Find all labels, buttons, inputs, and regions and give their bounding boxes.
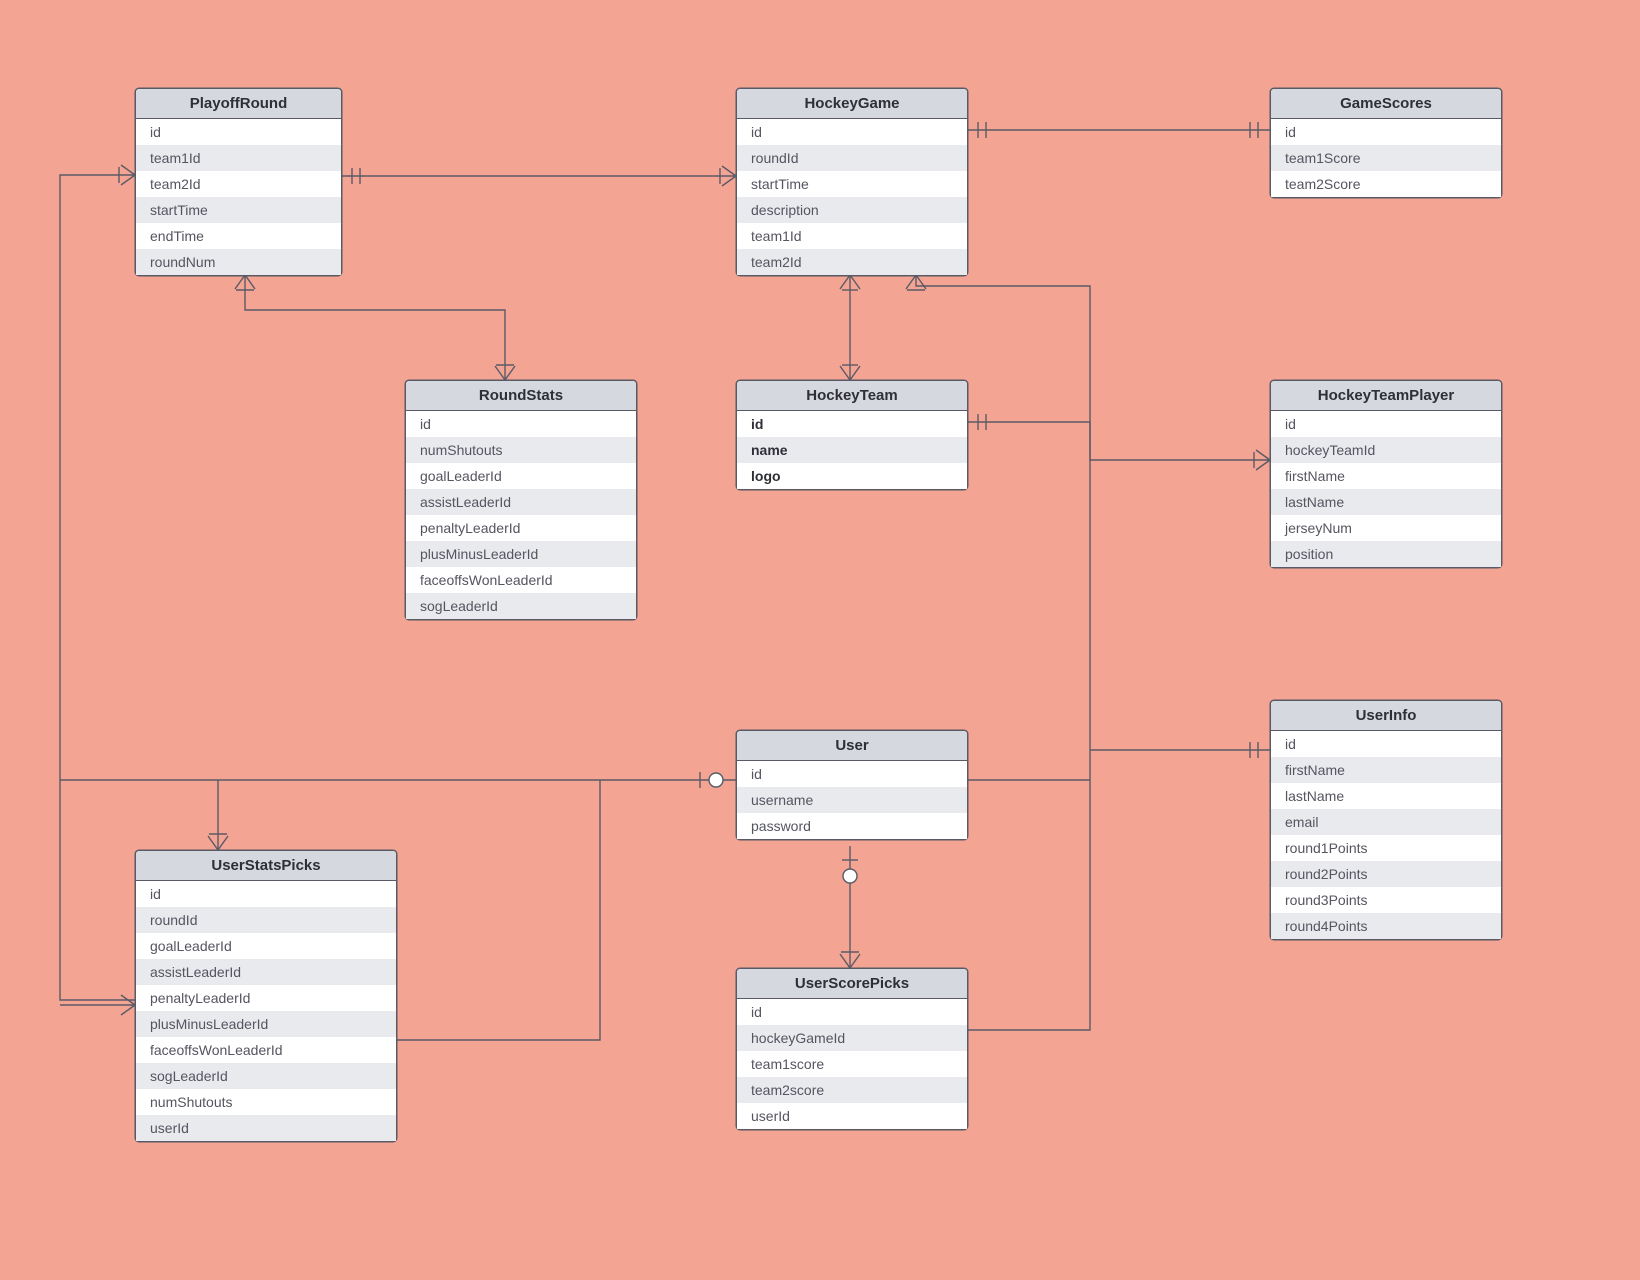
entity-header: HockeyTeam xyxy=(737,381,967,411)
entity-header: RoundStats xyxy=(406,381,636,411)
entity-hockeyteam: HockeyTeam id name logo xyxy=(736,380,968,490)
field-row: userId xyxy=(136,1115,396,1141)
field-row: id xyxy=(737,761,967,787)
field-row: round2Points xyxy=(1271,861,1501,887)
field-row: name xyxy=(737,437,967,463)
entity-header: HockeyTeamPlayer xyxy=(1271,381,1501,411)
field-row: plusMinusLeaderId xyxy=(136,1011,396,1037)
field-row: email xyxy=(1271,809,1501,835)
field-row: faceoffsWonLeaderId xyxy=(136,1037,396,1063)
field-row: goalLeaderId xyxy=(136,933,396,959)
field-row: logo xyxy=(737,463,967,489)
field-row: roundId xyxy=(737,145,967,171)
field-row: id xyxy=(737,999,967,1025)
field-row: jerseyNum xyxy=(1271,515,1501,541)
field-row: team2Id xyxy=(136,171,341,197)
field-row: id xyxy=(737,411,967,437)
entity-userstatspicks: UserStatsPicks id roundId goalLeaderId a… xyxy=(135,850,397,1142)
field-row: startTime xyxy=(737,171,967,197)
field-row: team1Score xyxy=(1271,145,1501,171)
field-row: numShutouts xyxy=(136,1089,396,1115)
field-row: plusMinusLeaderId xyxy=(406,541,636,567)
field-row: faceoffsWonLeaderId xyxy=(406,567,636,593)
entity-header: User xyxy=(737,731,967,761)
field-row: penaltyLeaderId xyxy=(406,515,636,541)
field-row: id xyxy=(737,119,967,145)
field-row: numShutouts xyxy=(406,437,636,463)
entity-gamescores: GameScores id team1Score team2Score xyxy=(1270,88,1502,198)
field-row: endTime xyxy=(136,223,341,249)
field-row: team2score xyxy=(737,1077,967,1103)
field-row: startTime xyxy=(136,197,341,223)
field-row: round3Points xyxy=(1271,887,1501,913)
field-row: assistLeaderId xyxy=(136,959,396,985)
entity-roundstats: RoundStats id numShutouts goalLeaderId a… xyxy=(405,380,637,620)
entity-hockeygame: HockeyGame id roundId startTime descript… xyxy=(736,88,968,276)
field-row: hockeyTeamId xyxy=(1271,437,1501,463)
field-row: goalLeaderId xyxy=(406,463,636,489)
field-row: round1Points xyxy=(1271,835,1501,861)
field-row: team2Id xyxy=(737,249,967,275)
entity-user: User id username password xyxy=(736,730,968,840)
field-row: team2Score xyxy=(1271,171,1501,197)
field-row: id xyxy=(136,119,341,145)
field-row: team1score xyxy=(737,1051,967,1077)
field-row: lastName xyxy=(1271,489,1501,515)
entity-header: UserScorePicks xyxy=(737,969,967,999)
field-row: id xyxy=(1271,411,1501,437)
field-row: hockeyGameId xyxy=(737,1025,967,1051)
field-row: id xyxy=(1271,731,1501,757)
field-row: lastName xyxy=(1271,783,1501,809)
field-row: id xyxy=(136,881,396,907)
entity-playoffround: PlayoffRound id team1Id team2Id startTim… xyxy=(135,88,342,276)
field-row: position xyxy=(1271,541,1501,567)
entity-hockeyteamplayer: HockeyTeamPlayer id hockeyTeamId firstNa… xyxy=(1270,380,1502,568)
field-row: password xyxy=(737,813,967,839)
field-row: penaltyLeaderId xyxy=(136,985,396,1011)
field-row: team1Id xyxy=(737,223,967,249)
field-row: roundNum xyxy=(136,249,341,275)
entity-header: UserInfo xyxy=(1271,701,1501,731)
field-row: sogLeaderId xyxy=(406,593,636,619)
field-row: description xyxy=(737,197,967,223)
entity-header: GameScores xyxy=(1271,89,1501,119)
entity-header: UserStatsPicks xyxy=(136,851,396,881)
field-row: id xyxy=(406,411,636,437)
field-row: round4Points xyxy=(1271,913,1501,939)
field-row: team1Id xyxy=(136,145,341,171)
entity-userscorepicks: UserScorePicks id hockeyGameId team1scor… xyxy=(736,968,968,1130)
field-row: username xyxy=(737,787,967,813)
field-row: roundId xyxy=(136,907,396,933)
field-row: id xyxy=(1271,119,1501,145)
entity-userinfo: UserInfo id firstName lastName email rou… xyxy=(1270,700,1502,940)
entity-header: PlayoffRound xyxy=(136,89,341,119)
field-row: userId xyxy=(737,1103,967,1129)
field-row: assistLeaderId xyxy=(406,489,636,515)
field-row: sogLeaderId xyxy=(136,1063,396,1089)
entity-header: HockeyGame xyxy=(737,89,967,119)
field-row: firstName xyxy=(1271,463,1501,489)
field-row: firstName xyxy=(1271,757,1501,783)
